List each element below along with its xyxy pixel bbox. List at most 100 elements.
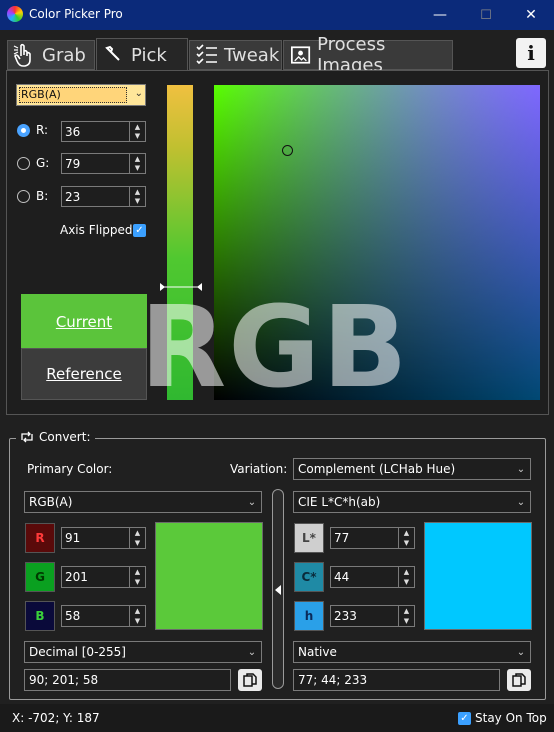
spin-up-icon[interactable]: ▲	[130, 154, 145, 164]
arrow-left-icon	[275, 585, 281, 595]
channel-r-value: 36	[65, 124, 81, 139]
maximize-button[interactable]: ☐	[463, 0, 509, 30]
stay-on-top-checkbox[interactable]: ✓	[458, 712, 471, 725]
spin-up-icon[interactable]: ▲	[130, 567, 145, 577]
current-color-button[interactable]: Current	[21, 294, 147, 349]
axis-flipped-label: Axis Flipped	[60, 223, 133, 237]
tab-tweak[interactable]: Tweak	[189, 40, 282, 70]
variation-space-select[interactable]: CIE L*C*h(ab) ⌄	[293, 491, 531, 513]
tab-tweak-label: Tweak	[224, 44, 280, 66]
variation-h-input[interactable]: 233 ▲ ▼	[330, 605, 415, 627]
variation-h-value: 233	[334, 609, 357, 623]
primary-b-input[interactable]: 58 ▲ ▼	[61, 605, 146, 627]
spin-down-icon[interactable]: ▼	[399, 616, 414, 626]
close-button[interactable]: ✕	[508, 0, 554, 30]
variation-c-spinner[interactable]: ▲ ▼	[398, 567, 414, 587]
primary-g-spinner[interactable]: ▲ ▼	[129, 567, 145, 587]
variation-format-select[interactable]: Native ⌄	[293, 641, 531, 663]
spin-up-icon[interactable]: ▲	[130, 606, 145, 616]
reference-color-button[interactable]: Reference	[21, 348, 147, 400]
primary-r-input[interactable]: 91 ▲ ▼	[61, 527, 146, 549]
primary-space-value: RGB(A)	[29, 495, 73, 509]
primary-b-label: B	[25, 601, 55, 631]
spin-up-icon[interactable]: ▲	[130, 187, 145, 197]
spin-up-icon[interactable]: ▲	[130, 122, 145, 132]
convert-legend: Convert:	[16, 430, 95, 444]
tab-grab[interactable]: Grab	[7, 40, 95, 70]
color-space-select[interactable]: RGB(A) ⌄	[16, 84, 146, 106]
primary-r-spinner[interactable]: ▲ ▼	[129, 528, 145, 548]
color-field-marker[interactable]	[282, 145, 293, 156]
variation-l-label: L*	[294, 523, 324, 553]
variation-l-input[interactable]: 77 ▲ ▼	[330, 527, 415, 549]
spin-down-icon[interactable]: ▼	[130, 164, 145, 174]
primary-b-spinner[interactable]: ▲ ▼	[129, 606, 145, 626]
variation-l-spinner[interactable]: ▲ ▼	[398, 528, 414, 548]
variation-l-value: 77	[334, 531, 350, 545]
info-button[interactable]: i	[516, 38, 546, 68]
stay-on-top-label: Stay On Top	[475, 711, 547, 725]
channel-g-input[interactable]: 79 ▲ ▼	[61, 153, 146, 174]
variation-select[interactable]: Complement (LCHab Hue) ⌄	[293, 458, 531, 480]
channel-r-spinner[interactable]: ▲ ▼	[129, 122, 145, 141]
tab-process-images[interactable]: Process Images	[283, 34, 453, 76]
primary-color-swatch	[155, 522, 263, 630]
spin-down-icon[interactable]: ▼	[399, 577, 414, 587]
minimize-button[interactable]: —	[417, 0, 463, 30]
primary-format-value: Decimal [0-255]	[29, 645, 126, 659]
color-space-value: RGB(A)	[19, 87, 127, 103]
spin-down-icon[interactable]: ▼	[130, 197, 145, 207]
variation-label: Variation:	[230, 462, 288, 476]
variation-value: Complement (LCHab Hue)	[298, 462, 456, 476]
tab-pick-label: Pick	[131, 44, 167, 66]
radio-g[interactable]	[17, 157, 30, 170]
variation-text-field[interactable]: 77; 44; 233	[293, 669, 500, 691]
variation-c-input[interactable]: 44 ▲ ▼	[330, 566, 415, 588]
cursor-coordinates: X: -702; Y: 187	[12, 711, 100, 725]
window-title: Color Picker Pro	[29, 7, 123, 21]
channel-g-spinner[interactable]: ▲ ▼	[129, 154, 145, 173]
chevron-down-icon: ⌄	[247, 496, 257, 508]
chevron-down-icon: ⌄	[516, 646, 526, 658]
primary-g-label: G	[25, 562, 55, 592]
tab-pick[interactable]: Pick	[96, 38, 188, 71]
copy-icon	[243, 673, 257, 687]
hand-pointer-icon	[13, 43, 31, 67]
radio-b[interactable]	[17, 190, 30, 203]
primary-space-select[interactable]: RGB(A) ⌄	[24, 491, 262, 513]
spin-up-icon[interactable]: ▲	[399, 528, 414, 538]
primary-color-label: Primary Color:	[27, 462, 113, 476]
primary-copy-button[interactable]	[238, 669, 262, 691]
spin-up-icon[interactable]: ▲	[399, 606, 414, 616]
channel-g-value: 79	[65, 156, 81, 171]
variation-h-spinner[interactable]: ▲ ▼	[398, 606, 414, 626]
channel-b-value: 23	[65, 189, 81, 204]
eyedropper-icon	[105, 45, 120, 61]
primary-r-label: R	[25, 523, 55, 553]
spin-down-icon[interactable]: ▼	[130, 132, 145, 142]
primary-g-input[interactable]: 201 ▲ ▼	[61, 566, 146, 588]
copy-icon	[512, 673, 526, 687]
variation-color-swatch	[424, 522, 532, 630]
variation-space-value: CIE L*C*h(ab)	[298, 495, 381, 509]
channel-b-spinner[interactable]: ▲ ▼	[129, 187, 145, 206]
primary-text-field[interactable]: 90; 201; 58	[24, 669, 231, 691]
chevron-down-icon: ⌄	[516, 496, 526, 508]
tab-grab-label: Grab	[42, 44, 86, 66]
spin-down-icon[interactable]: ▼	[399, 538, 414, 548]
reference-label: Reference	[46, 365, 122, 383]
radio-r[interactable]	[17, 124, 30, 137]
convert-splitter[interactable]	[272, 489, 284, 689]
spin-up-icon[interactable]: ▲	[399, 567, 414, 577]
spin-up-icon[interactable]: ▲	[130, 528, 145, 538]
channel-b-input[interactable]: 23 ▲ ▼	[61, 186, 146, 207]
primary-format-select[interactable]: Decimal [0-255] ⌄	[24, 641, 262, 663]
spin-down-icon[interactable]: ▼	[130, 538, 145, 548]
spin-down-icon[interactable]: ▼	[130, 577, 145, 587]
channel-r-input[interactable]: 36 ▲ ▼	[61, 121, 146, 142]
variation-text-value: 77; 44; 233	[298, 673, 368, 687]
variation-copy-button[interactable]	[507, 669, 531, 691]
primary-r-value: 91	[65, 531, 81, 545]
axis-flipped-checkbox[interactable]: ✓	[133, 224, 146, 237]
spin-down-icon[interactable]: ▼	[130, 616, 145, 626]
